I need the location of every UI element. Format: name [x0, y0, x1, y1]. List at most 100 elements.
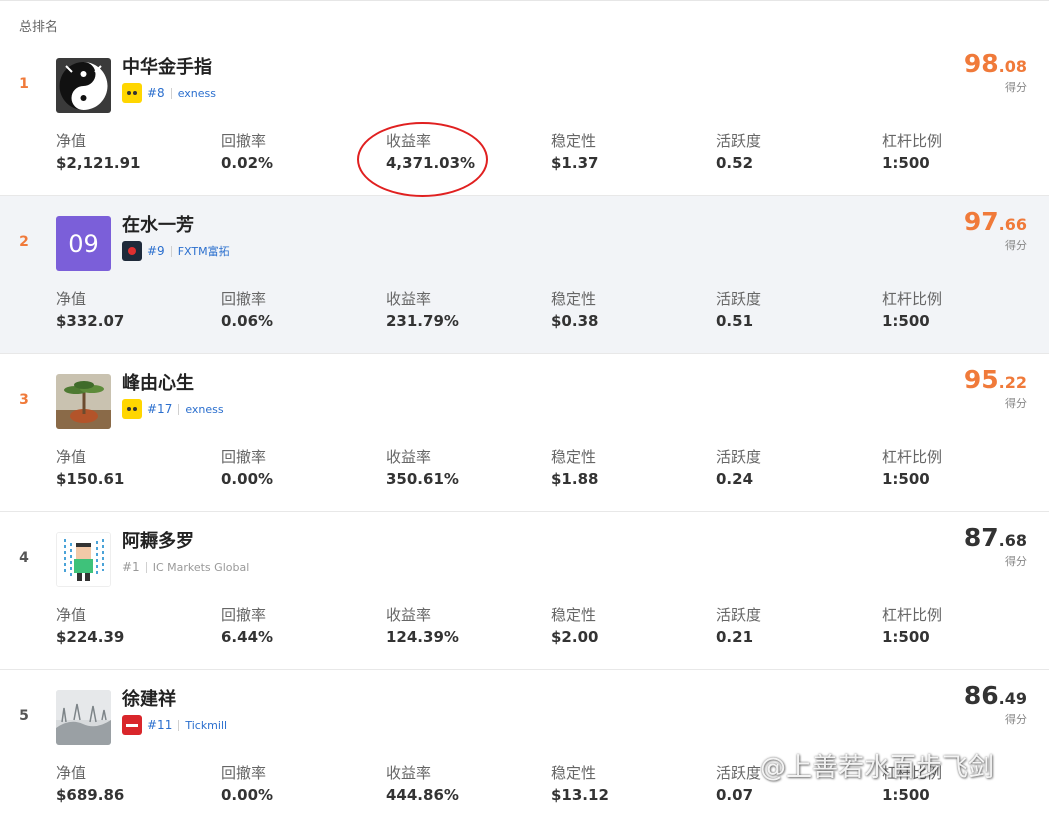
metric-label: 稳定性: [551, 132, 597, 150]
rank-number: 3: [19, 392, 29, 408]
broker-info: #9 FXTM富拓: [122, 240, 230, 262]
metric-value: 0.24: [716, 470, 754, 488]
metric-value: $224.39: [56, 628, 125, 646]
metric-stability: 稳定性 $13.12: [551, 764, 609, 804]
metric-stability: 稳定性 $1.37: [551, 132, 598, 172]
metric-value: 444.86%: [386, 786, 459, 804]
score-integer: 98: [963, 49, 999, 78]
ranking-row[interactable]: 3 峰由心生 #17 exness 95.22 得分 净值 $150.61 回撤…: [0, 354, 1049, 512]
metric-value: $1.37: [551, 154, 599, 172]
score: 87.68 得分: [964, 524, 1027, 569]
metric-value: 6.44%: [221, 628, 274, 646]
broker-info: #8 exness: [122, 82, 216, 104]
metric-label: 杠杆比例: [882, 606, 943, 624]
score-integer: 97: [963, 207, 999, 236]
score-decimal: .49: [998, 689, 1027, 708]
metric-label: 活跃度: [716, 132, 762, 150]
trader-name[interactable]: 徐建祥: [122, 685, 176, 711]
broker-name[interactable]: exness: [178, 87, 216, 100]
score-label: 得分: [1005, 397, 1027, 410]
metric-value: 0.21: [716, 628, 754, 646]
metric-label: 净值: [56, 290, 87, 308]
metric-net-value: 净值 $689.86: [56, 764, 124, 804]
metric-value: $2.00: [551, 628, 599, 646]
avatar[interactable]: [56, 58, 111, 113]
metric-activity: 活跃度 0.52: [716, 132, 761, 172]
metric-label: 稳定性: [551, 764, 597, 782]
metric-label: 回撤率: [221, 606, 267, 624]
score-decimal: .22: [998, 373, 1027, 392]
rank-number: 1: [19, 76, 29, 92]
trader-name[interactable]: 峰由心生: [122, 369, 194, 395]
metric-return: 收益率 124.39%: [386, 606, 459, 646]
exness-logo-icon: [122, 399, 142, 419]
metric-label: 活跃度: [716, 606, 762, 624]
metric-drawdown: 回撤率 6.44%: [221, 606, 273, 646]
trader-name[interactable]: 在水一芳: [122, 211, 194, 237]
broker-name[interactable]: Tickmill: [185, 719, 227, 732]
metric-value: $13.12: [551, 786, 609, 804]
metric-value: 0.07: [716, 786, 754, 804]
divider: [170, 245, 172, 257]
metric-value: $1.88: [551, 470, 599, 488]
ranking-row[interactable]: 4 阿耨多罗 #1 IC Markets Global 87.68 得分 净值 $…: [0, 512, 1049, 670]
broker-rank-tag: #11: [147, 718, 173, 732]
metric-label: 回撤率: [221, 448, 267, 466]
metric-value: 124.39%: [386, 628, 459, 646]
score: 95.22 得分: [964, 366, 1027, 411]
metric-stability: 稳定性 $0.38: [551, 290, 598, 330]
metric-value: 231.79%: [386, 312, 459, 330]
metric-drawdown: 回撤率 0.02%: [221, 132, 273, 172]
score-label: 得分: [1005, 81, 1027, 94]
metric-label: 活跃度: [716, 290, 762, 308]
trader-name[interactable]: 阿耨多罗: [122, 527, 194, 553]
metric-return: 收益率 444.86%: [386, 764, 459, 804]
broker-info: #1 IC Markets Global: [122, 556, 249, 578]
metric-label: 净值: [56, 448, 87, 466]
metric-stability: 稳定性 $1.88: [551, 448, 598, 488]
metric-label: 净值: [56, 132, 87, 150]
score-label: 得分: [1005, 555, 1027, 568]
avatar[interactable]: [56, 690, 111, 745]
score: 98.08 得分: [964, 50, 1027, 95]
rank-number: 4: [19, 550, 29, 566]
score-label: 得分: [1005, 239, 1027, 252]
metric-value: $0.38: [551, 312, 599, 330]
metric-value: 1:500: [882, 628, 930, 646]
broker-name[interactable]: FXTM富拓: [178, 243, 230, 259]
broker-rank-tag: #8: [147, 86, 165, 100]
ranking-row[interactable]: 1 中华金手指 #8 exness 98.08 得分 净值 $2,121.91: [0, 38, 1049, 196]
avatar[interactable]: 09: [56, 216, 111, 271]
score-integer: 95: [963, 365, 999, 394]
broker-rank-tag: #9: [147, 244, 165, 258]
metric-label: 收益率: [386, 448, 432, 466]
trader-name[interactable]: 中华金手指: [122, 53, 212, 79]
metric-label: 收益率: [386, 290, 432, 308]
metric-leverage: 杠杆比例 1:500: [882, 132, 942, 172]
broker-name[interactable]: IC Markets Global: [153, 561, 250, 574]
metric-leverage: 杠杆比例 1:500: [882, 448, 942, 488]
metric-value: 0.00%: [221, 786, 274, 804]
score: 86.49 得分: [964, 682, 1027, 727]
metric-label: 杠杆比例: [882, 132, 943, 150]
metric-net-value: 净值 $224.39: [56, 606, 124, 646]
metric-value: 0.52: [716, 154, 754, 172]
metric-label: 稳定性: [551, 448, 597, 466]
avatar[interactable]: [56, 374, 111, 429]
metric-label: 活跃度: [716, 448, 762, 466]
broker-rank-tag: #17: [147, 402, 173, 416]
metric-return: 收益率 350.61%: [386, 448, 459, 488]
broker-name[interactable]: exness: [185, 403, 223, 416]
avatar[interactable]: [56, 532, 111, 587]
watermark: @上善若水百步飞剑: [760, 753, 995, 783]
metric-label: 回撤率: [221, 290, 267, 308]
metric-value: $332.07: [56, 312, 125, 330]
metric-value: 0.51: [716, 312, 754, 330]
metric-value: $2,121.91: [56, 154, 141, 172]
metric-label: 净值: [56, 606, 87, 624]
ranking-row[interactable]: 2 09 在水一芳 #9 FXTM富拓 97.66 得分 净值 $332.07 回…: [0, 196, 1049, 354]
metric-drawdown: 回撤率 0.06%: [221, 290, 273, 330]
metric-value: 0.06%: [221, 312, 274, 330]
score: 97.66 得分: [964, 208, 1027, 253]
fxtm-logo-icon: [122, 241, 142, 261]
